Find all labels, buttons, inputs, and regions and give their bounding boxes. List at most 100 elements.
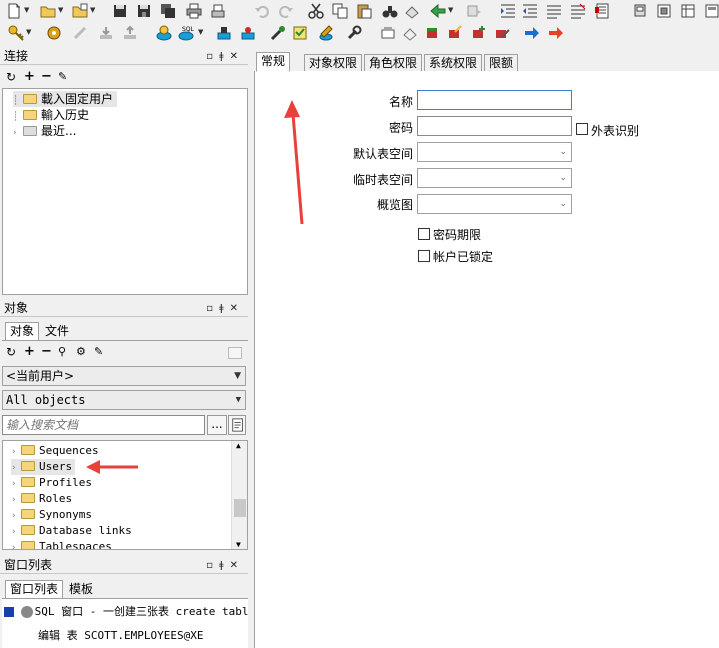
table-new-icon[interactable] (424, 25, 440, 41)
panel-close-icon[interactable]: ✕ (230, 303, 244, 314)
edit-connection-icon[interactable]: ✎ (58, 70, 67, 83)
new-icon[interactable] (6, 3, 22, 19)
indent-icon[interactable] (500, 3, 516, 19)
panel-restore-icon[interactable]: ▫ (206, 303, 219, 314)
back-icon[interactable] (430, 3, 446, 19)
arrow-right-blue-icon[interactable] (524, 25, 540, 41)
notes-icon[interactable] (292, 25, 308, 41)
edit-object-icon[interactable]: ✎ (94, 345, 103, 358)
search-options-button[interactable]: ... (207, 415, 227, 435)
tree-item-synonyms[interactable]: › Synonyms (11, 507, 92, 523)
panel-close-icon[interactable]: ✕ (230, 560, 244, 571)
tile-horizontal-icon[interactable] (632, 3, 648, 19)
scroll-thumb[interactable] (234, 499, 246, 517)
chevron-down-icon[interactable]: ▼ (236, 391, 241, 409)
add-icon[interactable]: + (24, 69, 35, 84)
comment-icon[interactable] (546, 3, 562, 19)
name-input[interactable] (417, 90, 572, 110)
tab-object-privileges[interactable]: 对象权限 (304, 54, 363, 72)
print-icon[interactable] (186, 3, 202, 19)
key-icon[interactable] (8, 25, 24, 41)
tab-system-privileges[interactable]: 系统权限 (424, 54, 483, 72)
temp-tablespace-select[interactable]: ⌄ (417, 168, 572, 188)
tree-item-roles[interactable]: › Roles (11, 491, 72, 507)
profile-select[interactable]: ⌄ (417, 194, 572, 214)
chevron-right-icon[interactable]: › (13, 125, 23, 141)
add-icon[interactable]: + (24, 344, 35, 359)
print-preview-icon[interactable] (210, 3, 226, 19)
password-expire-checkbox[interactable] (418, 228, 430, 240)
tab-role-privileges[interactable]: 角色权限 (364, 54, 423, 72)
back-dropdown-icon[interactable]: ▼ (448, 6, 453, 14)
tab-objects[interactable]: 对象 (5, 322, 40, 340)
save-as-icon[interactable] (160, 3, 176, 19)
wrench-icon[interactable] (346, 25, 362, 41)
forward-icon[interactable] (466, 3, 482, 19)
tab-general[interactable]: 常规 (256, 52, 291, 72)
arrow-right-red-icon[interactable] (548, 25, 564, 41)
scroll-down-icon[interactable]: ▼ (236, 540, 241, 549)
db-report-icon[interactable] (240, 25, 256, 41)
chevron-right-icon[interactable]: › (11, 524, 21, 540)
account-locked-checkbox[interactable] (418, 250, 430, 262)
tree-item-profiles[interactable]: › Profiles (11, 475, 92, 491)
commit-icon[interactable] (98, 25, 114, 41)
chevron-down-icon[interactable]: ▼ (234, 367, 241, 385)
db-edit-icon[interactable] (318, 25, 334, 41)
uncomment-icon[interactable] (570, 3, 586, 19)
user-select[interactable]: <当前用户> ▼ (2, 366, 246, 386)
recent-folder-icon[interactable] (72, 3, 88, 19)
tile-vertical-icon[interactable] (656, 3, 672, 19)
redo-icon[interactable] (278, 3, 294, 19)
tree-item-users[interactable]: › Users (11, 459, 76, 475)
save-icon[interactable] (112, 3, 128, 19)
find-object-icon[interactable]: ⚲ (58, 345, 66, 358)
table-plus-icon[interactable] (470, 25, 486, 41)
query-builder-icon[interactable] (380, 25, 396, 41)
undo-icon[interactable] (254, 3, 270, 19)
scroll-up-icon[interactable]: ▲ (236, 441, 241, 450)
tree-item-recent[interactable]: › 最近... (13, 123, 76, 139)
db-session-icon[interactable] (216, 25, 232, 41)
tab-quotas[interactable]: 限额 (484, 54, 519, 72)
break-icon[interactable] (72, 25, 88, 41)
rollback-icon[interactable] (122, 25, 138, 41)
chevron-down-icon[interactable]: ⌄ (559, 195, 567, 213)
new-dropdown-icon[interactable]: ▼ (24, 6, 29, 14)
open-dropdown-icon[interactable]: ▼ (58, 6, 63, 14)
refresh-icon[interactable]: ↻ (6, 70, 16, 84)
panel-pin-icon[interactable]: ǂ (219, 51, 230, 62)
chevron-down-icon[interactable]: ⌄ (559, 143, 567, 161)
execute-gear-icon[interactable] (46, 25, 62, 41)
unindent-icon[interactable] (522, 3, 538, 19)
table-pencil-icon[interactable] (494, 25, 510, 41)
tree-item-input-history[interactable]: ┊ 輸入历史 (13, 107, 89, 123)
chevron-down-icon[interactable]: ⌄ (559, 169, 567, 187)
logon-dropdown-icon[interactable]: ▼ (26, 28, 31, 36)
explain-plan-icon[interactable] (156, 25, 172, 41)
filter-icon[interactable]: ⚙ (76, 345, 86, 358)
refresh-icon[interactable]: ↻ (6, 345, 16, 359)
table-edit-icon[interactable] (446, 25, 462, 41)
chevron-right-icon[interactable]: › (11, 540, 21, 549)
copy-icon[interactable] (332, 3, 348, 19)
chevron-right-icon[interactable]: › (11, 476, 21, 492)
object-tree-scrollbar[interactable]: ▲ ▼ (231, 441, 247, 549)
external-checkbox[interactable] (576, 123, 588, 135)
object-type-select[interactable]: All objects ▼ (2, 390, 246, 410)
panel-close-icon[interactable]: ✕ (230, 51, 244, 62)
window-list-item[interactable]: SQL 窗口 - 一创建三张表 create tabl (4, 603, 248, 619)
search-document-icon[interactable] (228, 415, 246, 435)
open-folder-icon[interactable] (40, 3, 56, 19)
password-input[interactable] (417, 116, 572, 136)
format-icon[interactable] (594, 3, 610, 19)
chevron-right-icon[interactable]: › (11, 492, 21, 508)
remove-icon[interactable]: − (41, 69, 52, 84)
cascade-icon[interactable] (680, 3, 696, 19)
tab-files[interactable]: 文件 (40, 322, 74, 340)
panel-pin-icon[interactable]: ǂ (219, 303, 230, 314)
save-all-icon[interactable] (136, 3, 152, 19)
panel-restore-icon[interactable]: ▫ (206, 560, 219, 571)
tree-item-fixed-users[interactable]: ┊ 載入固定用户 (13, 91, 118, 107)
cut-icon[interactable] (308, 3, 324, 19)
